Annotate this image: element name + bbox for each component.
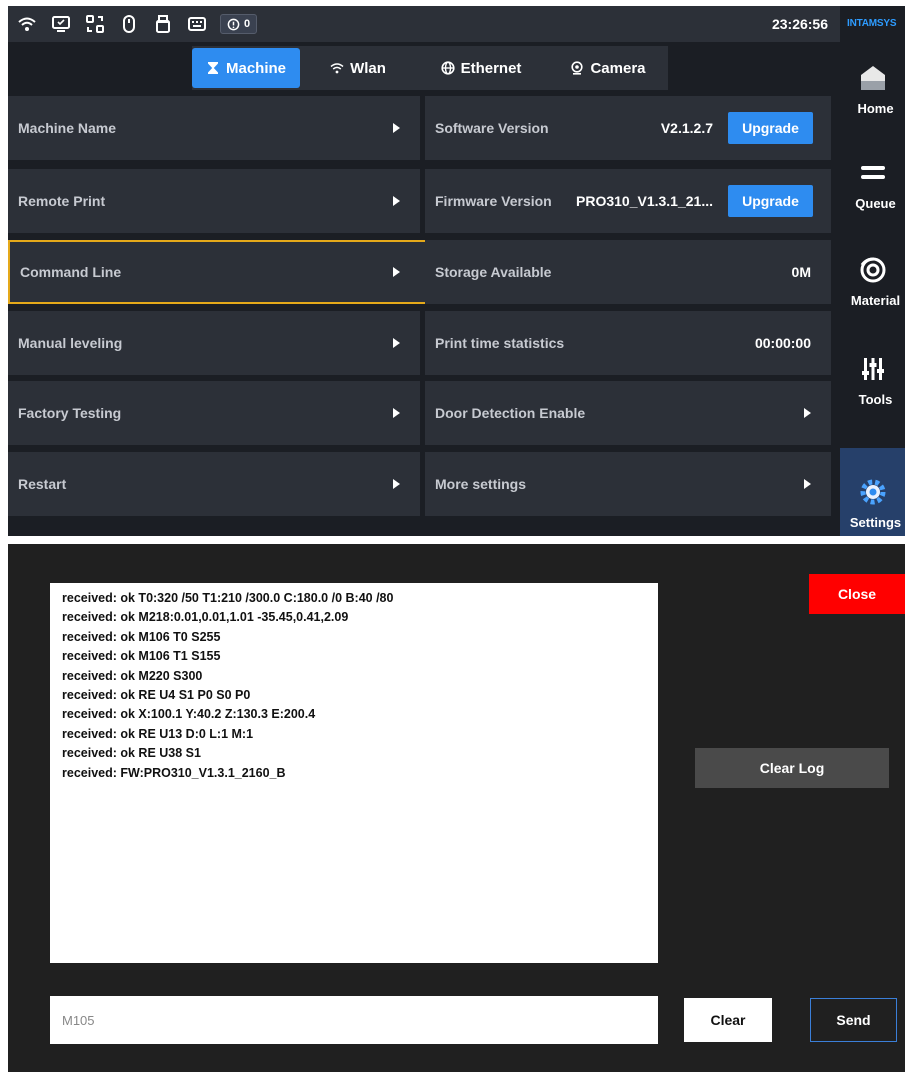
log-line: received: ok RE U38 S1 [62, 746, 201, 761]
status-bar: 0 23:26:56 [8, 6, 840, 42]
log-line: received: ok M106 T1 S155 [62, 649, 221, 664]
item-label: Restart [18, 476, 67, 492]
wifi-icon [330, 63, 344, 74]
firmware-version-value: PRO310_V1.3.1_21... [576, 193, 713, 209]
tab-label: Camera [590, 59, 646, 77]
print-time-statistics-item: Print time statistics 00:00:00 [425, 311, 831, 375]
log-line: received: FW:PRO310_V1.3.1_2160_B [62, 765, 286, 780]
item-label: Firmware Version [435, 193, 552, 209]
item-label: Machine Name [18, 120, 117, 136]
wifi-icon [16, 13, 38, 35]
storage-value: 0M [791, 264, 811, 280]
machine-name-item[interactable]: Machine Name [8, 96, 420, 160]
nav-settings[interactable]: Settings [840, 448, 905, 536]
item-label: More settings [435, 476, 527, 492]
log-line: received: ok X:100.1 Y:40.2 Z:130.3 E:20… [62, 707, 316, 722]
nav-material[interactable]: Material [840, 234, 905, 314]
spool-icon [856, 253, 890, 287]
keyboard-icon [186, 13, 208, 35]
menu-icon [856, 156, 890, 190]
item-label: Factory Testing [18, 405, 122, 421]
chevron-right-icon [804, 408, 811, 418]
send-button[interactable]: Send [810, 998, 897, 1042]
nav-tools[interactable]: Tools [840, 333, 905, 413]
tab-machine[interactable]: Machine [192, 48, 300, 88]
chevron-right-icon [393, 196, 400, 206]
tab-label: Ethernet [460, 59, 522, 77]
alert-count: 0 [244, 18, 251, 30]
chevron-right-icon [393, 123, 400, 133]
firmware-version-item: Firmware Version PRO310_V1.3.1_21... Upg… [425, 169, 831, 233]
chevron-right-icon [804, 479, 811, 489]
log-line: received: ok M220 S300 [62, 668, 203, 683]
nav-label: Tools [858, 392, 893, 407]
nav-queue[interactable]: Queue [840, 137, 905, 217]
usb-drive-icon [152, 13, 174, 35]
software-version-item: Software Version V2.1.2.7 Upgrade [425, 96, 831, 160]
tab-camera[interactable]: Camera [556, 48, 660, 88]
door-detection-item[interactable]: Door Detection Enable [425, 381, 831, 445]
item-label: Remote Print [18, 193, 106, 209]
tab-wlan[interactable]: Wlan [318, 48, 398, 88]
clock: 23:26:56 [771, 16, 828, 32]
more-settings-item[interactable]: More settings [425, 452, 831, 516]
alert-icon [227, 18, 240, 30]
item-label: Manual leveling [18, 335, 123, 351]
alert-badge[interactable]: 0 [220, 14, 258, 34]
sliders-icon [856, 352, 890, 386]
item-label: Print time statistics [435, 335, 565, 351]
remote-print-item[interactable]: Remote Print [8, 169, 420, 233]
console-log: received: ok T0:320 /50 T1:210 /300.0 C:… [50, 583, 658, 963]
chevron-right-icon [393, 338, 400, 348]
chevron-right-icon [393, 408, 400, 418]
clear-input-button[interactable]: Clear [684, 998, 772, 1042]
side-navigation: Home Queue Material Tools Settings [840, 42, 905, 536]
brand-logo: INTAMSYS [840, 6, 905, 42]
software-version-value: V2.1.2.7 [660, 120, 713, 136]
network-nodes-icon [84, 13, 106, 35]
log-line: received: ok M106 T0 S255 [62, 629, 221, 644]
log-line: received: ok T0:320 /50 T1:210 /300.0 C:… [62, 591, 394, 605]
item-label: Software Version [435, 120, 549, 136]
nav-home[interactable]: Home [840, 42, 905, 122]
home-icon [856, 61, 890, 95]
log-line: received: ok M218:0.01,0.01,1.01 -35.45,… [62, 610, 349, 625]
manual-leveling-item[interactable]: Manual leveling [8, 311, 420, 375]
storage-available-item: Storage Available 0M [425, 240, 831, 304]
tab-label: Wlan [350, 59, 386, 77]
command-line-dialog: received: ok T0:320 /50 T1:210 /300.0 C:… [8, 544, 905, 1072]
log-line: received: ok RE U13 D:0 L:1 M:1 [62, 726, 254, 741]
firmware-upgrade-button[interactable]: Upgrade [728, 185, 813, 217]
nav-label: Home [857, 101, 894, 116]
restart-item[interactable]: Restart [8, 452, 420, 516]
software-upgrade-button[interactable]: Upgrade [728, 112, 813, 144]
globe-icon [440, 61, 455, 75]
nav-label: Material [850, 293, 901, 308]
camera-icon [571, 61, 584, 75]
item-label: Command Line [20, 264, 122, 280]
item-label: Door Detection Enable [435, 405, 586, 421]
close-button[interactable]: Close [809, 574, 905, 614]
clear-log-button[interactable]: Clear Log [695, 748, 889, 788]
log-line: received: ok RE U4 S1 P0 S0 P0 [62, 688, 251, 703]
item-label: Storage Available [435, 264, 552, 280]
mouse-icon [118, 13, 140, 35]
command-line-item[interactable]: Command Line [8, 240, 427, 304]
nav-label: Queue [855, 196, 896, 211]
tab-ethernet[interactable]: Ethernet [426, 48, 536, 88]
factory-testing-item[interactable]: Factory Testing [8, 381, 420, 445]
nav-label: Settings [849, 515, 902, 530]
settings-tabs: Machine Wlan Ethernet Camera [8, 46, 840, 90]
printer-settings-screen: 0 23:26:56 INTAMSYS Machine Wlan Etherne… [8, 6, 905, 536]
command-input[interactable]: M105 [50, 996, 658, 1044]
print-time-value: 00:00:00 [754, 335, 811, 351]
chevron-right-icon [393, 267, 400, 277]
gear-icon [856, 475, 890, 509]
monitor-icon [50, 13, 72, 35]
chevron-right-icon [393, 479, 400, 489]
status-icons: 0 [16, 6, 258, 42]
tab-label: Machine [225, 59, 286, 77]
hourglass-icon [207, 62, 218, 74]
